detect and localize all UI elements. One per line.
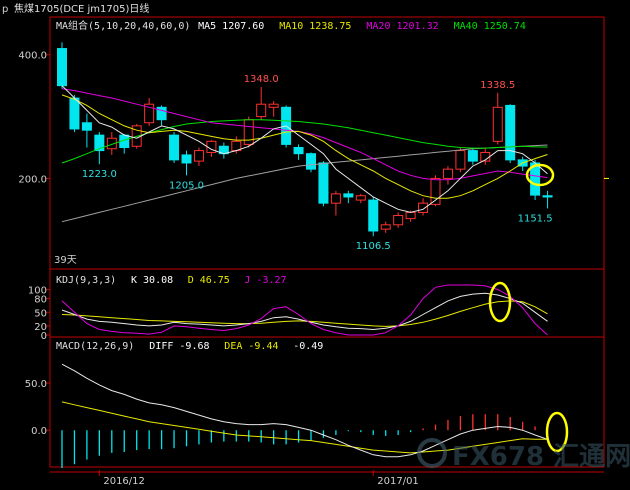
candle-body: [492, 106, 503, 142]
candle-body: [57, 48, 67, 87]
candle-body: [330, 193, 341, 204]
macd-legend-3: -0.49: [293, 341, 323, 352]
candle-body: [169, 134, 180, 161]
price-legend-1: MA5 1207.60: [198, 21, 264, 32]
kdj-legend-0: KDJ(9,3,3): [56, 275, 116, 286]
price-annotation: 1223.0: [82, 169, 117, 180]
kdj-d-line: [61, 300, 548, 327]
candle-body: [306, 153, 316, 170]
candle-body: [467, 150, 478, 162]
price-legend-2: MA10 1238.75: [279, 21, 351, 32]
price-legend-4: MA40 1250.74: [454, 21, 526, 32]
candle-body: [380, 224, 391, 230]
candle-body: [542, 195, 553, 198]
kdj-k-line: [61, 292, 548, 331]
candle-body: [268, 103, 279, 108]
candle-body: [256, 103, 267, 118]
x-axis-labels: 2016/12 2017/01: [98, 470, 419, 487]
kdj-legend-3: J -3.27: [244, 275, 286, 286]
x-tick-label: 2017/01: [377, 476, 419, 487]
candle-body: [355, 195, 366, 201]
chart-title: 焦煤1705(DCE jm1705)日线: [14, 2, 149, 15]
candle-body: [455, 150, 466, 170]
candle-body: [318, 162, 329, 204]
candle-body: [243, 119, 254, 145]
title-prefix: p: [2, 4, 8, 15]
kdj-ytick-label: 50: [34, 308, 47, 319]
price-legend-0: MA组合(5,10,20,40,60,0): [56, 19, 190, 32]
kdj-panel: KDJ(9,3,3) K 30.08 D 46.75 J -3.27100805020…: [28, 275, 548, 342]
panel-frames: [49, 16, 605, 473]
price-ytick-label: 200.0: [18, 174, 47, 185]
kdj-legend-2: D 46.75: [188, 275, 230, 286]
candle-body: [181, 154, 192, 164]
candle-body: [193, 150, 204, 162]
price-annotation: 1348.0: [244, 74, 279, 85]
price-annotation: 1106.5: [356, 241, 391, 252]
price-ytick-label: 400.0: [18, 51, 47, 62]
price-annotation: 1151.5: [518, 213, 553, 224]
candle-body: [442, 168, 453, 179]
kdj-ytick-label: 80: [34, 295, 47, 306]
price-annotation: 1338.5: [480, 80, 515, 91]
watermark-text: FX678 汇通网: [452, 442, 630, 472]
candle-body: [81, 122, 92, 131]
candle-body: [293, 147, 304, 155]
x-tick-label: 2016/12: [103, 476, 145, 487]
futures-chart: p 焦煤1705(DCE jm1705)日线 MA组合(5,10,20,40,6…: [2, 2, 630, 487]
kdj-legend-1: K 30.08: [131, 275, 173, 286]
candle-body: [368, 199, 379, 232]
macd-ytick-label: 0.0: [31, 426, 47, 437]
macd-ytick-label: 50.0: [25, 379, 47, 390]
price-legend-3: MA20 1201.32: [366, 21, 438, 32]
macd-legend-2: DEA -9.44: [224, 341, 278, 352]
macd-legend-1: DIFF -9.68: [149, 341, 209, 352]
watermark-logo-icon: [417, 438, 447, 468]
macd-legend-0: MACD(12,26,9): [56, 341, 134, 352]
candle-body: [405, 211, 416, 220]
candle-body: [343, 193, 354, 198]
days-label: 39天: [54, 255, 77, 266]
kdj-j-line: [61, 284, 548, 336]
price-annotation: 1205.0: [169, 180, 204, 191]
candle-body: [393, 215, 404, 226]
price-panel: MA组合(5,10,20,40,60,0) MA5 1207.60 MA10 123…: [18, 19, 609, 266]
candle-body: [418, 202, 429, 213]
candle-body: [69, 97, 80, 130]
kdj-ytick-label: 0: [41, 331, 47, 342]
